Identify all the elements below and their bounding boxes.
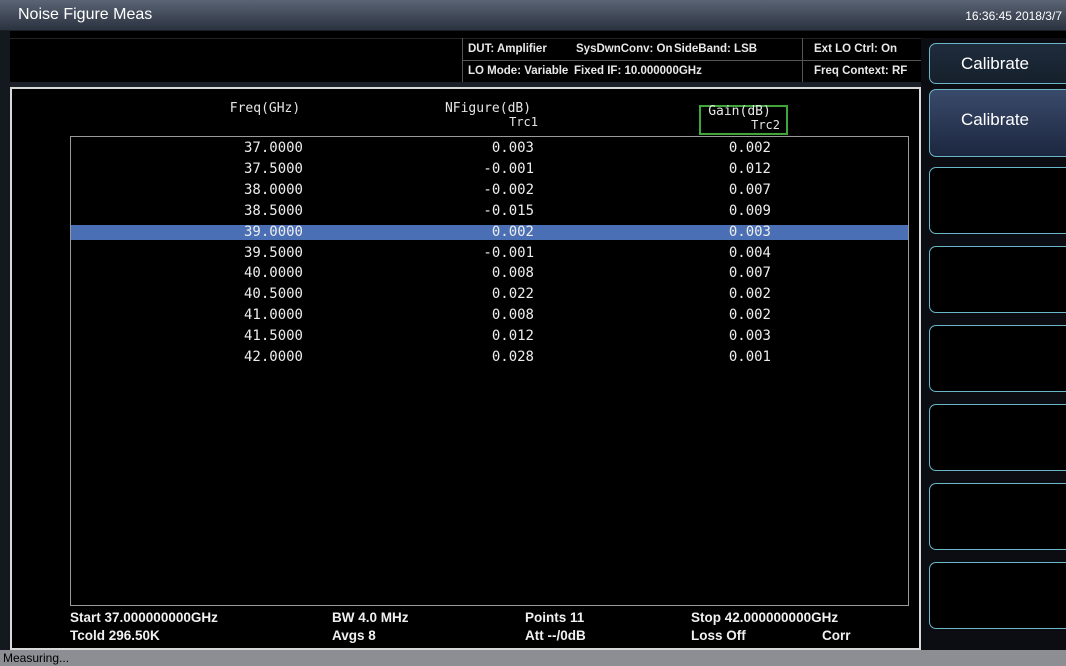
gain-cell: 0.002 (728, 286, 771, 303)
gain-trace-label: Trc2 (751, 118, 780, 132)
freq-cell: 39.5000 (243, 244, 303, 261)
ext-lo-info: Ext LO Ctrl: On (814, 43, 898, 55)
averages: Avgs 8 (332, 628, 376, 643)
softkey-2[interactable] (929, 167, 1066, 234)
title-bar: Noise Figure Meas 16:36:45 2018/3/7 (0, 0, 1066, 31)
table-row[interactable]: 39.0000 0.002 0.003 (71, 223, 908, 240)
corr-indicator: Corr (822, 628, 851, 643)
nfigure-cell: -0.015 (483, 202, 534, 219)
bandwidth: BW 4.0 MHz (332, 610, 409, 625)
table-row[interactable]: 37.5000 -0.001 0.012 (71, 160, 908, 177)
freq-cell: 37.5000 (243, 160, 303, 177)
gain-cell: 0.003 (728, 328, 771, 345)
freq-context-info: Freq Context: RF (814, 65, 908, 77)
sysdwnconv-info: SysDwnConv: On (576, 43, 673, 55)
softkey-menu-title: Calibrate (929, 43, 1066, 84)
stop-freq: Stop 42.000000000GHz (691, 610, 839, 625)
points: Points 11 (525, 610, 585, 625)
freq-cell: 40.5000 (243, 286, 303, 303)
nfigure-cell: 0.012 (491, 328, 534, 345)
fixed-if-info: Fixed IF: 10.000000GHz (574, 65, 702, 77)
tcold: Tcold 296.50K (70, 628, 160, 643)
table-row[interactable]: 41.0000 0.008 0.002 (71, 307, 908, 324)
freq-cell: 38.0000 (243, 181, 303, 198)
softkey-7[interactable] (929, 562, 1066, 629)
gain-cell: 0.003 (728, 223, 771, 240)
freq-column-header: Freq(GHz) (210, 101, 320, 116)
nfigure-cell: 0.003 (491, 140, 534, 156)
gain-cell: 0.009 (728, 202, 771, 219)
gain-header-label: Gain(dB) (708, 104, 771, 119)
clock: 16:36:45 2018/3/7 (965, 9, 1062, 23)
nfigure-trace-label: Trc1 (509, 115, 538, 129)
table-row[interactable]: 42.0000 0.028 0.001 (71, 349, 908, 365)
calibrate-button-label: Calibrate (960, 110, 1030, 129)
status-text: Measuring... (3, 651, 70, 665)
dut-info: DUT: Amplifier (468, 43, 547, 55)
left-edge (0, 31, 10, 650)
lo-mode-info: LO Mode: Variable (468, 65, 569, 77)
freq-cell: 39.0000 (243, 223, 303, 240)
nfigure-cell: -0.002 (483, 181, 534, 198)
table-row[interactable]: 41.5000 0.012 0.003 (71, 328, 908, 345)
freq-header-label: Freq(GHz) (229, 101, 301, 116)
nfigure-cell: -0.001 (483, 244, 534, 261)
gain-cell: 0.002 (728, 140, 771, 156)
sideband-info: SideBand: LSB (674, 43, 758, 55)
freq-cell: 41.0000 (243, 307, 303, 324)
softkey-3[interactable] (929, 246, 1066, 313)
attenuation: Att --/0dB (525, 628, 586, 643)
gain-column-header[interactable]: Gain(dB) Trc2 (699, 104, 788, 131)
start-freq: Start 37.000000000GHz (70, 610, 218, 625)
softkey-5[interactable] (929, 404, 1066, 471)
freq-cell: 41.5000 (243, 328, 303, 345)
nfigure-cell: 0.008 (491, 265, 534, 282)
gain-cell: 0.012 (728, 160, 771, 177)
gain-cell: 0.007 (728, 181, 771, 198)
table-row[interactable]: 39.5000 -0.001 0.004 (71, 244, 908, 261)
window-title: Noise Figure Meas (18, 6, 153, 23)
gain-cell: 0.004 (728, 244, 771, 261)
info-divider (462, 60, 921, 61)
softkey-menu-title-label: Calibrate (960, 54, 1030, 73)
table-row[interactable]: 40.0000 0.008 0.007 (71, 265, 908, 282)
nfigure-cell: 0.022 (491, 286, 534, 303)
table-row[interactable]: 37.0000 0.003 0.002 (71, 140, 908, 156)
table-row[interactable]: 38.0000 -0.002 0.007 (71, 181, 908, 198)
freq-cell: 40.0000 (243, 265, 303, 282)
nfigure-cell: -0.001 (483, 160, 534, 177)
freq-cell: 42.0000 (243, 349, 303, 365)
nfigure-column-header: NFigure(dB) Trc1 (438, 101, 538, 128)
nfigure-cell: 0.002 (491, 223, 534, 240)
freq-cell: 37.0000 (243, 140, 303, 156)
calibrate-button[interactable]: Calibrate (929, 89, 1066, 157)
nfigure-header-label: NFigure(dB) (444, 101, 532, 116)
sweep-footer: Start 37.000000000GHz BW 4.0 MHz Points … (70, 607, 910, 649)
nfigure-cell: 0.008 (491, 307, 534, 324)
table-row[interactable]: 38.5000 -0.015 0.009 (71, 202, 908, 219)
status-bar: Measuring... (0, 650, 1066, 666)
nfigure-cell: 0.028 (491, 349, 534, 365)
gain-cell: 0.007 (728, 265, 771, 282)
freq-cell: 38.5000 (243, 202, 303, 219)
loss: Loss Off (691, 628, 746, 643)
softkey-6[interactable] (929, 483, 1066, 550)
table-row[interactable]: 40.5000 0.022 0.002 (71, 286, 908, 303)
gain-cell: 0.001 (728, 349, 771, 365)
softkey-4[interactable] (929, 325, 1066, 392)
gain-cell: 0.002 (728, 307, 771, 324)
